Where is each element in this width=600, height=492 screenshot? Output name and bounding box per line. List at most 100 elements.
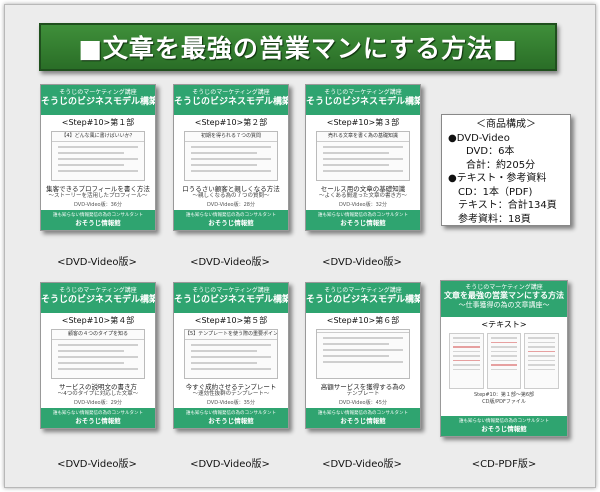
dvd-cover-card: そうじのマーケティング講座 そうじのビジネスモデル構築法 <Step#10>第２… (173, 84, 289, 231)
cover-preview-header: 顧客の４つのタイプを知る (52, 330, 144, 340)
cover-preview: 【5】テンプレートを使う際の重要ポイント (184, 329, 278, 379)
text-cover-title: 文章を最強の営業マンにする方法 (443, 291, 565, 300)
cover-duration: DVD-Video版：35分 (207, 400, 255, 406)
text-cover-header: そうじのマーケティング講座 文章を最強の営業マンにする方法 ～仕事獲得の為の文章… (441, 281, 567, 317)
cover-header: そうじのマーケティング講座 そうじのビジネスモデル構築法 (41, 283, 155, 313)
info-line-pages: テキスト：合計134頁 (458, 200, 557, 211)
cover-course: そうじのビジネスモデル構築法 (306, 295, 421, 305)
text-cover-info-format: CD版/PDFファイル (482, 399, 526, 405)
cover-course: そうじのビジネスモデル構築法 (41, 295, 156, 305)
dvd-format-label: <DVD-Video版> (322, 257, 402, 268)
cover-title: 高額サービスを獲得する為の (320, 383, 406, 391)
dvd-cover-card: そうじのマーケティング講座 そうじのビジネスモデル構築法 <Step#10>第６… (305, 282, 421, 429)
cover-step: <Step#10>第５部 (194, 316, 268, 325)
cover-preview: 【4】どんな風に書けばいいか？ (51, 131, 145, 181)
cover-preview: 売れる文章を書く為の基礎知識 (316, 131, 410, 181)
dvd-cover-card: そうじのマーケティング講座 そうじのビジネスモデル構築法 <Step#10>第４… (40, 282, 156, 429)
dvd-format-label: <DVD-Video版> (57, 459, 137, 470)
cover-footer-small: 誰も知らない情報発信の為のコンサルタント (318, 411, 408, 416)
cover-course: そうじのビジネスモデル構築法 (41, 97, 156, 107)
text-cover-keyword: <テキスト> (481, 320, 527, 329)
cover-subtitle: ～よくある間違った文章の書き方～ (318, 193, 407, 199)
text-cover-footer-name: おそうじ情報館 (481, 425, 527, 433)
text-cover-card: そうじのマーケティング講座 文章を最強の営業マンにする方法 ～仕事獲得の為の文章… (440, 280, 568, 437)
cover-header: そうじのマーケティング講座 そうじのビジネスモデル構築法 (306, 283, 420, 313)
cover-footer-small: 誰も知らない情報発信の為のコンサルタント (186, 213, 276, 218)
cover-series: そうじのマーケティング講座 (324, 89, 402, 96)
cover-step: <Step#10>第４部 (61, 316, 135, 325)
preview-page (486, 333, 522, 389)
cover-title: サービスの説明文の書き方 (59, 383, 137, 391)
cover-footer: 誰も知らない情報発信の為のコンサルタント おそうじ情報館 (306, 210, 420, 230)
cover-footer-small: 誰も知らない情報発信の為のコンサルタント (318, 213, 408, 218)
cover-series: そうじのマーケティング講座 (59, 89, 137, 96)
info-line-reference: 参考資料：18頁 (458, 213, 531, 225)
cover-step: <Step#10>第３部 (326, 118, 400, 127)
cover-step: <Step#10>第１部 (61, 118, 135, 127)
info-line-dvd: ●DVD-Video (448, 132, 510, 144)
cover-footer-name: おそうじ情報館 (340, 219, 386, 227)
cover-footer-name: おそうじ情報館 (208, 219, 254, 227)
cover-title: 口うるさい顧客と親しくなる方法 (182, 185, 280, 193)
cover-course: そうじのビジネスモデル構築法 (174, 295, 289, 305)
cover-subtitle: ～親しくなる為の７つの質問～ (192, 193, 270, 199)
text-cover-footer-small: 誰も知らない情報発信の為のコンサルタント (459, 419, 549, 424)
text-cover-footer: 誰も知らない情報発信の為のコンサルタント おそうじ情報館 (441, 416, 567, 436)
info-line-text: ●テキスト・参考資料 (448, 173, 547, 184)
cover-footer: 誰も知らない情報発信の為のコンサルタント おそうじ情報館 (174, 210, 288, 230)
dvd-cover-card: そうじのマーケティング講座 そうじのビジネスモデル構築法 <Step#10>第３… (305, 84, 421, 231)
cover-series: そうじのマーケティング講座 (192, 89, 270, 96)
text-cover-preview (449, 333, 560, 389)
dvd-format-label: <DVD-Video版> (190, 459, 270, 470)
cover-title: セールス用の文章の基礎知識 (320, 185, 406, 193)
cover-subtitle: ～速効性抜群のテンプレート～ (192, 391, 270, 397)
cover-preview-header: 【5】テンプレートを使う際の重要ポイント (185, 330, 277, 340)
cover-subtitle: テンプレート (346, 391, 380, 397)
cover-footer: 誰も知らない情報発信の為のコンサルタント おそうじ情報館 (174, 408, 288, 428)
cover-duration: DVD-Video版：32分 (339, 202, 387, 208)
product-info-box: ＜商品構成＞ ●DVD-Video DVD：6本 合計：約205分 ●テキスト・… (441, 114, 571, 226)
cover-course: そうじのビジネスモデル構築法 (306, 97, 421, 107)
cover-title: 集客できるプロフィールを書く方法 (46, 185, 150, 193)
dvd-format-label: <DVD-Video版> (190, 257, 270, 268)
cover-footer: 誰も知らない情報発信の為のコンサルタント おそうじ情報館 (41, 210, 155, 230)
cover-step: <Step#10>第２部 (194, 118, 268, 127)
cover-title: 今すぐ成約させるテンプレート (185, 383, 277, 391)
cover-footer-small: 誰も知らない情報発信の為のコンサルタント (53, 213, 143, 218)
dvd-format-label: <DVD-Video版> (57, 257, 137, 268)
cover-header: そうじのマーケティング講座 そうじのビジネスモデル構築法 (174, 85, 288, 115)
cover-header: そうじのマーケティング講座 そうじのビジネスモデル構築法 (174, 283, 288, 313)
text-cover-info: Step#10：第１部〜第6部 CD版/PDFファイル (441, 392, 567, 406)
cover-footer-name: おそうじ情報館 (208, 417, 254, 425)
text-cover-series: そうじのマーケティング講座 (465, 284, 543, 291)
text-cover-subtitle: ～仕事獲得の為の文章講座～ (458, 301, 550, 309)
cover-footer-name: おそうじ情報館 (340, 417, 386, 425)
cover-preview: 顧客の４つのタイプを知る (51, 329, 145, 379)
cover-series: そうじのマーケティング講座 (324, 287, 402, 294)
cover-subtitle: ～ストーリーを活用したプロフィール～ (48, 193, 148, 199)
cover-footer-small: 誰も知らない情報発信の為のコンサルタント (186, 411, 276, 416)
preview-page (524, 333, 560, 389)
cover-footer: 誰も知らない情報発信の為のコンサルタント おそうじ情報館 (306, 408, 420, 428)
cover-footer-name: おそうじ情報館 (75, 417, 121, 425)
cover-series: そうじのマーケティング講座 (59, 287, 137, 294)
text-cover-label: <CD-PDF版> (471, 459, 537, 470)
text-cover-info-parts: Step#10：第１部〜第6部 (473, 392, 535, 398)
title-banner: ■文章を最強の営業マンにする方法■ (39, 23, 557, 71)
cover-duration: DVD-Video版：36分 (74, 202, 122, 208)
cover-preview (316, 329, 410, 379)
info-title: ＜商品構成＞ (476, 119, 536, 130)
dvd-format-label: <DVD-Video版> (322, 459, 402, 470)
cover-footer-name: おそうじ情報館 (75, 219, 121, 227)
cover-header: そうじのマーケティング講座 そうじのビジネスモデル構築法 (41, 85, 155, 115)
cover-duration: DVD-Video版：28分 (207, 202, 255, 208)
info-line-cd: CD：1本（PDF) (458, 186, 533, 198)
cover-preview-header (317, 330, 409, 333)
banner-title: ■文章を最強の営業マンにする方法■ (78, 34, 518, 63)
cover-preview-header: 初期を得られる７つの質問 (185, 132, 277, 142)
cover-step: <Step#10>第６部 (326, 316, 400, 325)
cover-duration: DVD-Video版：45分 (339, 400, 387, 406)
dvd-cover-card: そうじのマーケティング講座 そうじのビジネスモデル構築法 <Step#10>第５… (173, 282, 289, 429)
cover-series: そうじのマーケティング講座 (192, 287, 270, 294)
cover-subtitle: ～4つのタイプに対応した文章～ (57, 391, 139, 397)
